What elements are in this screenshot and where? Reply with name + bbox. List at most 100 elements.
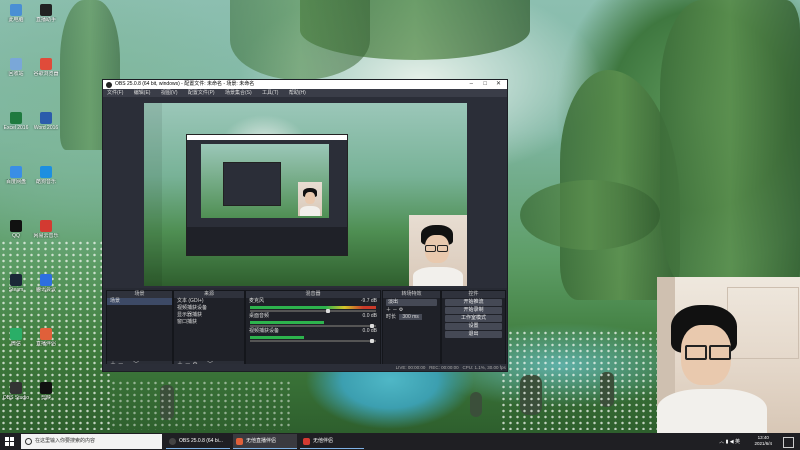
- desktop-icon-label: 谷歌浏览器: [33, 71, 59, 77]
- desktop-icon-label: 直播助手: [35, 17, 56, 23]
- transition-duration: 时长 300 ms: [383, 314, 440, 321]
- nested-webcam: [298, 182, 322, 216]
- mixer-channel-video: 视频捕获设备 0.0 dB: [246, 328, 380, 335]
- search-icon: [25, 438, 32, 445]
- volume-icon[interactable]: ◀: [730, 439, 734, 445]
- duration-input[interactable]: 300 ms: [399, 314, 422, 320]
- taskbar-app-live-assistant[interactable]: 无他直播伴侣: [233, 434, 297, 449]
- app-icon: [10, 166, 22, 178]
- ime-indicator[interactable]: 英: [735, 439, 740, 445]
- windows-start-icon[interactable]: [5, 437, 14, 446]
- desktop-icon-label: 酷狗音乐: [35, 179, 56, 185]
- studio-mode-button[interactable]: 工作室模式: [445, 315, 502, 322]
- scene-item[interactable]: 场景: [107, 298, 172, 305]
- app-icon: [10, 382, 22, 394]
- menu-help[interactable]: 帮助(H): [289, 90, 306, 96]
- nested-obs-window: [186, 134, 348, 256]
- exit-button[interactable]: 退出: [445, 331, 502, 338]
- mixer-channel-db: -9.7 dB: [360, 298, 377, 304]
- network-icon[interactable]: ▮: [726, 439, 729, 445]
- scenes-dock-title: 场景: [107, 291, 172, 298]
- desktop-icon-label: 直播伴侣: [35, 341, 56, 347]
- webcam-overlay: [657, 277, 800, 433]
- obs-docks: 场景 场景 ＋ － ︿ ﹀ 来源 文本 (GDI+) 视频捕获设备 显示器捕获 …: [103, 288, 507, 370]
- obs-app-icon: [169, 438, 176, 445]
- notification-icon[interactable]: [783, 437, 794, 448]
- wallpaper-flowers: [500, 330, 660, 430]
- obs-logo-icon: [106, 81, 112, 88]
- mixer-channel-name: 视频捕获设备: [249, 328, 280, 334]
- wallpaper-bush: [520, 180, 660, 250]
- desktop-icon[interactable]: 剪映: [29, 382, 63, 401]
- transition-toolbar: ＋ － ⚙: [383, 307, 440, 314]
- desktop-icon-label: Word 2016: [33, 125, 59, 131]
- search-placeholder: 在这里输入你要搜索的内容: [35, 438, 96, 444]
- obs-window[interactable]: OBS 25.0.8 (64 bit, windows) - 配置文件: 未命名…: [102, 79, 508, 372]
- menu-tools[interactable]: 工具(T): [262, 90, 278, 96]
- mixer-dock-title: 混音器: [246, 291, 380, 298]
- menu-file[interactable]: 文件(F): [107, 90, 123, 96]
- desktop-icon[interactable]: 网易云音乐: [29, 220, 63, 239]
- volume-slider[interactable]: [250, 309, 376, 313]
- desktop-icon[interactable]: 直播伴侣: [29, 328, 63, 347]
- mixer-channel-name: 桌面音频: [249, 313, 270, 319]
- sources-dock-title: 来源: [174, 291, 244, 298]
- transition-select[interactable]: 淡出: [386, 299, 437, 306]
- obs-title-bar[interactable]: OBS 25.0.8 (64 bit, windows) - 配置文件: 未命名…: [103, 80, 507, 89]
- remove-icon[interactable]: －: [392, 307, 397, 313]
- source-item[interactable]: 窗口捕获: [174, 319, 244, 326]
- taskbar-app-obs[interactable]: OBS 25.0.8 (64 bi...: [166, 434, 230, 449]
- obs-menu-bar: 文件(F) 编辑(E) 视图(V) 配置文件(P) 场景集合(S) 工具(T) …: [103, 89, 507, 97]
- taskbar-app-partner[interactable]: 无他伴侣: [300, 434, 364, 449]
- start-streaming-button[interactable]: 开始推流: [445, 299, 502, 306]
- gear-icon[interactable]: ⚙: [399, 307, 403, 313]
- obs-preview-canvas[interactable]: [144, 103, 467, 286]
- obs-window-title: OBS 25.0.8 (64 bit, windows) - 配置文件: 未命名…: [115, 81, 255, 87]
- desktop-icon[interactable]: 酷狗音乐: [29, 166, 63, 185]
- desktop-icon[interactable]: 谷歌浏览器: [29, 58, 63, 77]
- tray-chevron-icon[interactable]: ︿: [719, 439, 724, 445]
- wallpaper-tree-right: [660, 0, 800, 300]
- obs-status-bar: LIVE: 00:00:00 REC: 00:00:00 CPU: 1.1%, …: [103, 364, 507, 371]
- taskbar: 在这里输入你要搜索的内容 OBS 25.0.8 (64 bi... 无他直播伴侣…: [0, 433, 800, 450]
- app-icon: [40, 58, 52, 70]
- scenes-dock: 场景 场景 ＋ － ︿ ﹀: [106, 290, 173, 370]
- source-item[interactable]: 显示器捕获: [174, 312, 244, 319]
- system-tray: ︿ ▮ ◀ 英: [719, 438, 740, 445]
- taskbar-app-label: OBS 25.0.8 (64 bi...: [179, 438, 223, 444]
- menu-scene-collection[interactable]: 场景集合(S): [225, 90, 252, 96]
- volume-meter: [250, 306, 376, 309]
- taskbar-clock[interactable]: 13:40 2021/6/4: [754, 435, 772, 447]
- controls-dock: 控件 开始推流 开始录制 工作室模式 设置 退出: [441, 290, 506, 370]
- wallpaper-flowers: [110, 380, 290, 430]
- desktop-icon-label: 网易云音乐: [33, 233, 59, 239]
- webcam-person: [657, 277, 800, 433]
- taskbar-app-label: 无他伴侣: [313, 438, 334, 444]
- desktop-icon[interactable]: Word 2016: [29, 112, 63, 131]
- captured-desktop-icons: [144, 103, 162, 286]
- maximize-icon[interactable]: □: [483, 80, 487, 89]
- menu-edit[interactable]: 编辑(E): [134, 90, 151, 96]
- menu-view[interactable]: 视图(V): [161, 90, 178, 96]
- settings-button[interactable]: 设置: [445, 323, 502, 330]
- clock-date: 2021/6/4: [754, 441, 772, 446]
- desktop-icon[interactable]: 腾讯会议: [29, 274, 63, 293]
- wallpaper-stump: [470, 392, 482, 417]
- desktop-icon[interactable]: 直播助手: [29, 4, 63, 23]
- app-icon: [10, 328, 22, 340]
- menu-profile[interactable]: 配置文件(P): [188, 90, 215, 96]
- minimize-icon[interactable]: –: [470, 80, 473, 89]
- add-icon[interactable]: ＋: [386, 307, 391, 313]
- volume-slider[interactable]: [250, 324, 376, 328]
- volume-slider[interactable]: [250, 339, 376, 343]
- source-item[interactable]: 视频捕获设备: [174, 305, 244, 312]
- nested-docks: [187, 227, 347, 255]
- close-icon[interactable]: ✕: [496, 80, 501, 89]
- app-icon: [10, 112, 22, 124]
- volume-meter: [250, 336, 304, 339]
- taskbar-search-input[interactable]: 在这里输入你要搜索的内容: [21, 434, 162, 449]
- volume-meter: [250, 321, 324, 324]
- start-recording-button[interactable]: 开始录制: [445, 307, 502, 314]
- live-assistant-app-icon: [236, 438, 243, 445]
- source-item[interactable]: 文本 (GDI+): [174, 298, 244, 305]
